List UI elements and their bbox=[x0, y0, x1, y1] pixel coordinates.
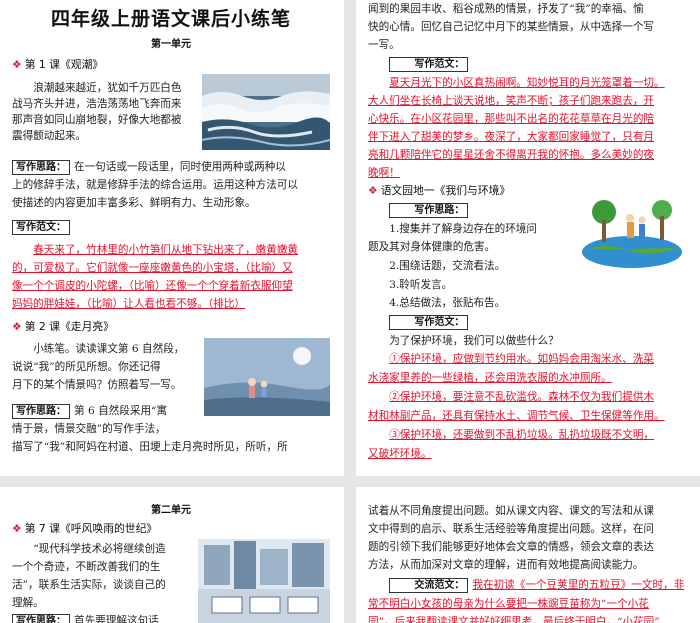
thinking-label: 写作思路： bbox=[12, 614, 70, 623]
sample-label: 写作范文： bbox=[12, 220, 70, 235]
lesson-heading: ❖ 第 7 课《呼风唤雨的世纪》 bbox=[12, 522, 158, 535]
diamond-bullet-icon: ❖ bbox=[12, 320, 22, 333]
thinking-line: 写作思路： 首先要理解这句话 bbox=[12, 614, 194, 623]
answer-line: ③保护环境，还要做到不乱扔垃圾。乱扔垃圾既不文明， bbox=[389, 429, 655, 441]
lesson-body-line: 浪潮越来越近，犹如千万匹白色 bbox=[33, 82, 182, 94]
diamond-bullet-icon: ❖ bbox=[12, 522, 22, 535]
sample-line: 夏天月光下的小区真热闹啊。知妙悦耳的月光笼罩着一切。 bbox=[389, 77, 665, 89]
diamond-bullet-icon: ❖ bbox=[12, 58, 22, 71]
lesson-body-line: 一个个奇迹，不断改善我们的生 bbox=[12, 561, 161, 573]
exchange-line: 交流范文： 我在初读《一个豆荚里的五粒豆》一文时，非 bbox=[368, 578, 686, 593]
sample-line: 园”，后来我翻读课文并好好细思考，最后终于明白，“小花园” bbox=[368, 616, 660, 623]
sample-line: 像一个个调皮的小陀螺，（比喻）还像一个个穿着新衣服仰望 bbox=[12, 280, 293, 292]
sample-line: 晚啊！ bbox=[368, 167, 400, 179]
sample-line: 亮和几颗陪伴它的星星还舍不得离开我的怀抱。多么美妙的夜 bbox=[368, 149, 655, 161]
exchange-label: 交流范文： bbox=[389, 578, 469, 593]
lesson-heading: ❖ 第 2 课《走月亮》 bbox=[12, 320, 114, 333]
thinking-line: 使描述的内容更加丰富多彩、鲜明有力、生动形象。 bbox=[12, 197, 256, 209]
sample-line: 心快乐。在小区花园里，那些叫不出名的花花草草在月光的陪 bbox=[368, 113, 655, 125]
unit-heading: 第二单元 bbox=[151, 505, 191, 516]
lesson-body-line: 战马齐头并进，浩浩荡荡地飞奔而来 bbox=[12, 98, 182, 110]
thinking-line: 情于景，情景交融”的写作手法， bbox=[12, 423, 166, 435]
thinking-label: 写作思路： bbox=[389, 203, 469, 218]
step-line: 2.围绕话题，交流看法。 bbox=[389, 260, 506, 272]
diamond-bullet-icon: ❖ bbox=[368, 184, 378, 197]
sample-line: 伴下进入了甜美的梦乡。夜深了，大家都回家睡觉了，只有月 bbox=[368, 131, 655, 143]
question-line: 为了保护环境，我们可以做些什么？ bbox=[389, 335, 559, 347]
body-line: 文中得到的启示、联系生活经验等角度提出问题。这样，在问 bbox=[368, 523, 655, 535]
answer-line: 又破坏环境。 bbox=[368, 448, 432, 460]
ocean-tide-illustration bbox=[202, 74, 330, 150]
answer-line: ②保护环境，要注意不乱砍滥伐。森林不仅为我们提供木 bbox=[389, 391, 655, 403]
thinking-line: 描写了“我”和阿妈在村道、田埂上走月亮时所见，所听，所 bbox=[12, 441, 288, 453]
sample-line: 妈妈的胖娃娃，（比喻）让人看也看不够。（排比） bbox=[12, 298, 246, 310]
answer-line: 材和林副产品，还具有保持水土、调节气候、卫生保健等作用。 bbox=[368, 410, 665, 422]
body-line: 试着从不同角度提出问题。如从课文内容、课文的写法和从课 bbox=[368, 505, 655, 517]
sample-label: 写作范文： bbox=[389, 315, 469, 330]
sample-line: 的，可爱极了。它们就像一座座嫩黄色的小宝塔，（比喻）又 bbox=[12, 262, 293, 274]
sample-line: 常不明白小女孩的母亲为什么要把一株豌豆苗称为“一个小花 bbox=[368, 598, 649, 610]
body-line: 题的引领下我们能够更好地体会文章的情感，领会文章的表达 bbox=[368, 541, 655, 553]
page-title: 四年级上册语文课后小练笔 bbox=[50, 8, 291, 30]
lesson-body-line: 那声音如同山崩地裂，好像大地都被 bbox=[12, 114, 182, 126]
lesson-body-line: 理解。 bbox=[12, 597, 44, 609]
intro-line: 闻到的果园丰收、稻谷成熟的情景，抒发了“我”的幸福、愉 bbox=[368, 3, 644, 15]
sample-label: 写作范文： bbox=[389, 57, 469, 72]
step-line: 4.总结做法，张贴布告。 bbox=[389, 297, 506, 309]
thinking-line: 写作思路：第 6 自然段采用“寓 bbox=[12, 404, 330, 419]
page-1: 四年级上册语文课后小练笔 第一单元 ❖ 第 1 课《观潮》 浪潮越来越近，犹如千万… bbox=[0, 0, 344, 476]
answer-line: ①保护环境，应做到节约用水。如妈妈会用淘米水、洗菜 bbox=[389, 353, 655, 365]
page-3: 第二单元 ❖ 第 7 课《呼风唤雨的世纪》 “现代科学技术必将继续创造 一个个奇迹… bbox=[0, 487, 344, 623]
lesson-body-line: 震得颤动起来。 bbox=[12, 130, 87, 142]
body-line: 方法，从而加深对文章的理解，进而有效地提高阅读能力。 bbox=[368, 559, 644, 571]
sample-line: 春天来了，竹林里的小竹笋们从地下钻出来了，嫩黄嫩黄 bbox=[33, 244, 299, 256]
sample-label-line: 写作范文： bbox=[368, 57, 686, 72]
answer-line: 水浇家里养的一些绿植，还会用洗衣服的水冲厕所。 bbox=[368, 372, 612, 384]
future-technology-illustration bbox=[198, 539, 330, 623]
step-line: 题及其对身体健康的危害。 bbox=[368, 241, 496, 253]
thinking-line: 上的修辞手法，就是修辞手法的综合运用。运用这种方法可以 bbox=[12, 179, 299, 191]
lesson-body-line: 说说“我”的所见所想。你还记得 bbox=[12, 361, 161, 373]
lesson-body-line: “现代科学技术必将继续创造 bbox=[33, 543, 166, 555]
thinking-label: 写作思路： bbox=[12, 404, 70, 419]
page-4: 试着从不同角度提出问题。如从课文内容、课文的写法和从课 文中得到的启示、联系生活… bbox=[356, 487, 700, 623]
intro-line: 一写。 bbox=[368, 39, 400, 51]
step-line: 1.搜集并了解身边存在的环境问 bbox=[389, 223, 538, 235]
thinking-label: 写作思路： bbox=[12, 160, 70, 175]
sample-line: 大人们坐在长椅上谈天说地，笑声不断；孩子们跑来跑去，开 bbox=[368, 95, 655, 107]
lesson-body-line: 活”，联系生活实际，谈谈自己的 bbox=[12, 579, 166, 591]
unit-heading: 第一单元 bbox=[151, 39, 191, 50]
lesson-body-line: 小练笔。读读课文第 6 自然段， bbox=[33, 343, 185, 355]
earth-environment-illustration bbox=[576, 190, 688, 272]
intro-line: 快的心情。回忆自己记忆中月下的某些情景，从中选择一个写 bbox=[368, 21, 655, 33]
page-2: 闻到的果园丰收、稻谷成熟的情景，抒发了“我”的幸福、愉 快的心情。回忆自己记忆中… bbox=[356, 0, 700, 476]
sample-label-line: 写作范文： bbox=[368, 315, 686, 330]
lesson-heading: ❖ 第 1 课《观潮》 bbox=[12, 58, 104, 71]
lesson-body-line: 月下的某个情景吗？仿照着写一写。 bbox=[12, 379, 182, 391]
thinking-line: 写作思路： 在一句话或一段话里，同时使用两种或两种以 bbox=[12, 160, 330, 175]
sample-label-line: 写作范文： bbox=[12, 220, 330, 235]
step-line: 3.聆听发言。 bbox=[389, 279, 453, 291]
